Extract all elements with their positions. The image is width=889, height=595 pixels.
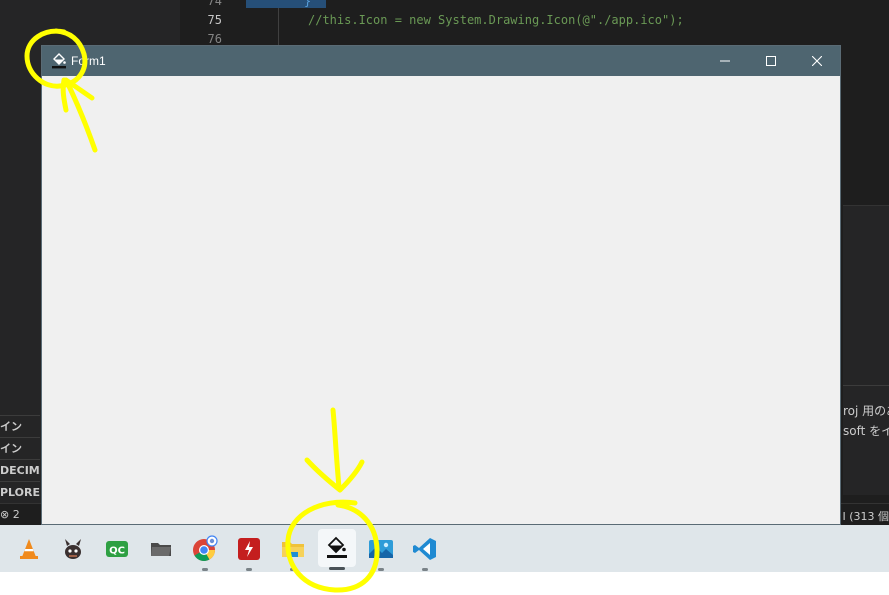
form1-window: Form1 [41,45,841,525]
paint-bucket-app-icon[interactable] [318,529,356,570]
maximize-icon [766,56,776,66]
code-brace: } [246,0,326,8]
close-button[interactable] [794,46,840,76]
side-item[interactable]: PLORER [0,481,40,503]
line-number: 76 [207,32,222,46]
folder-icon[interactable] [146,534,176,564]
qc-app-icon[interactable]: QC [102,534,132,564]
minimize-button[interactable] [702,46,748,76]
ide-right-panel [843,205,889,385]
photos-app-icon[interactable] [366,534,396,571]
ink-creature-app-icon[interactable] [58,534,88,564]
line-number: 74 [207,0,222,8]
line-number-gutter: 74 75 76 [180,0,240,50]
close-icon [812,56,822,66]
chrome-icon[interactable] [190,534,220,571]
code-comment: //this.Icon = new System.Drawing.Icon(@"… [308,13,684,27]
side-item[interactable]: イン [0,437,40,459]
window-title: Form1 [71,54,106,68]
status-right-text[interactable]: I (313 個 [842,508,889,524]
file-explorer-icon[interactable] [278,534,308,571]
line-number: 75 [207,13,222,27]
side-item[interactable]: イン [0,415,40,437]
vlc-icon[interactable] [14,534,44,564]
ide-side-items: イン イン DECIMAL PLORER [0,415,40,503]
svg-text:QC: QC [109,546,125,557]
paint-bucket-icon [51,53,67,69]
notification-line: roj 用のあ [843,404,889,418]
flash-app-icon[interactable] [234,534,264,571]
notification-panel[interactable]: roj 用のあ soft をイン [843,385,889,495]
window-titlebar[interactable]: Form1 [42,46,840,76]
minimize-icon [720,60,730,62]
vscode-icon[interactable] [410,534,440,571]
taskbar: QC [0,525,889,572]
notification-line: soft をイン [843,424,889,438]
side-item[interactable]: DECIMAL [0,459,40,481]
status-problems[interactable]: ⊗ 2 [0,508,20,521]
maximize-button[interactable] [748,46,794,76]
form-client-area[interactable] [42,76,840,524]
